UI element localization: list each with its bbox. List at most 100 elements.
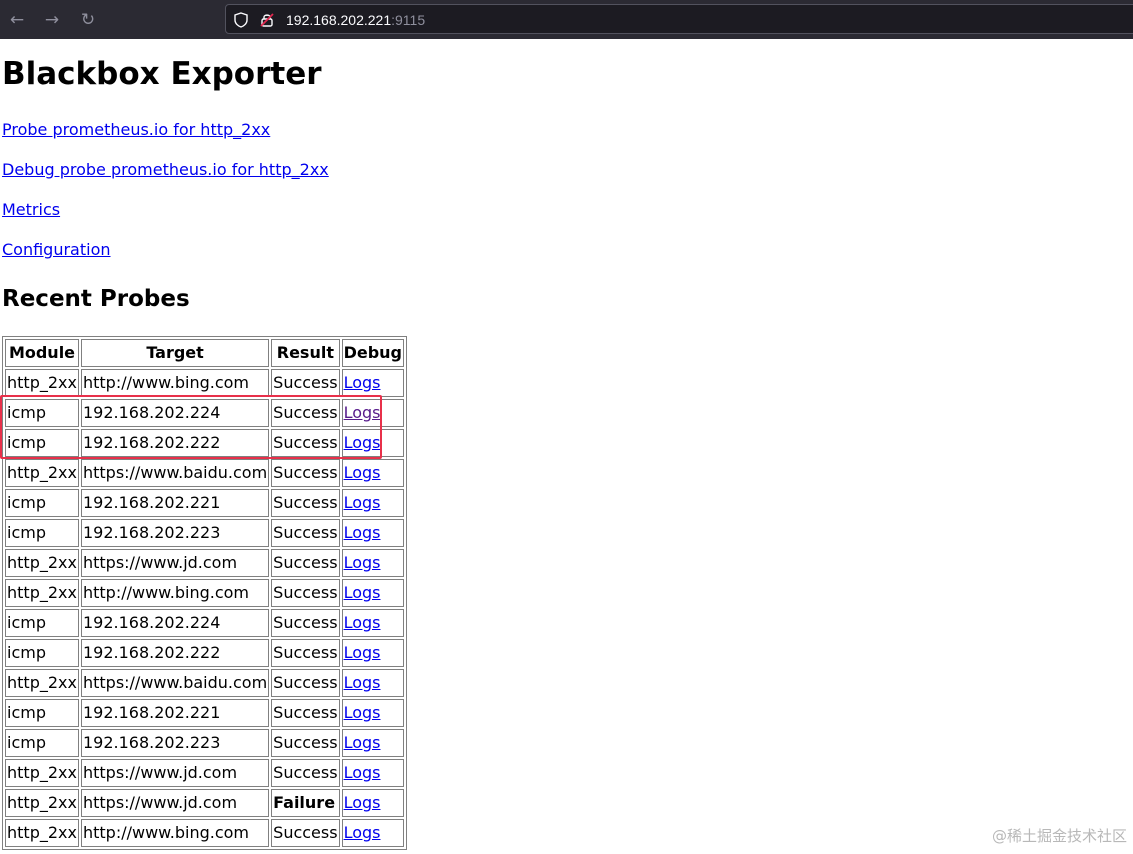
table-row: http_2xx https://www.jd.com Failure Logs [5, 789, 404, 817]
logs-link[interactable]: Logs [344, 433, 381, 452]
target-cell: https://www.jd.com [80, 759, 270, 787]
logs-link[interactable]: Logs [344, 493, 381, 512]
logs-link[interactable]: Logs [344, 703, 381, 722]
module-cell: icmp [5, 609, 79, 637]
target-cell: 192.168.202.224 [80, 399, 270, 427]
table-row: http_2xx http://www.bing.com Success Logs [5, 369, 404, 397]
debug-cell: Logs [341, 549, 404, 577]
debug-cell: Logs [341, 699, 404, 727]
table-row: http_2xx http://www.bing.com Success Logs [5, 819, 404, 847]
logs-link[interactable]: Logs [344, 643, 381, 662]
debug-cell: Logs [341, 729, 404, 757]
insecure-lock-icon[interactable] [258, 11, 276, 29]
logs-link[interactable]: Logs [344, 403, 381, 422]
result-cell: Success [271, 669, 340, 697]
logs-link[interactable]: Logs [344, 823, 381, 842]
debug-cell: Logs [341, 489, 404, 517]
logs-link[interactable]: Logs [344, 673, 381, 692]
module-cell: icmp [5, 699, 79, 727]
target-cell: https://www.jd.com [80, 549, 270, 577]
table-row: icmp 192.168.202.222 Success Logs [5, 429, 404, 457]
metrics-link[interactable]: Metrics [2, 199, 60, 221]
table-row: http_2xx http://www.bing.com Success Logs [5, 579, 404, 607]
result-cell: Success [271, 459, 340, 487]
logs-link[interactable]: Logs [344, 583, 381, 602]
target-cell: 192.168.202.222 [80, 429, 270, 457]
module-cell: http_2xx [5, 669, 79, 697]
debug-cell: Logs [341, 459, 404, 487]
debug-cell: Logs [341, 399, 404, 427]
module-cell: icmp [5, 729, 79, 757]
table-row: icmp 192.168.202.224 Success Logs [5, 399, 404, 427]
recent-probes-table: Module Target Result Debug http_2xx http:… [2, 336, 407, 850]
shield-icon[interactable] [232, 11, 250, 29]
probe-link[interactable]: Probe prometheus.io for http_2xx [2, 119, 270, 141]
table-row: icmp 192.168.202.222 Success Logs [5, 639, 404, 667]
column-header-target: Target [80, 339, 270, 367]
configuration-link[interactable]: Configuration [2, 239, 111, 261]
url-text[interactable]: 192.168.202.221:9115 [286, 10, 425, 30]
result-cell: Success [271, 579, 340, 607]
debug-cell: Logs [341, 579, 404, 607]
page-content: Blackbox Exporter Probe prometheus.io fo… [0, 39, 1133, 854]
debug-probe-link[interactable]: Debug probe prometheus.io for http_2xx [2, 159, 329, 181]
address-bar[interactable]: 192.168.202.221:9115 [225, 4, 1133, 34]
target-cell: 192.168.202.223 [80, 519, 270, 547]
result-cell: Failure [271, 789, 340, 817]
target-cell: 192.168.202.221 [80, 489, 270, 517]
module-cell: icmp [5, 519, 79, 547]
module-cell: icmp [5, 399, 79, 427]
table-row: http_2xx https://www.jd.com Success Logs [5, 549, 404, 577]
module-cell: http_2xx [5, 579, 79, 607]
debug-cell: Logs [341, 369, 404, 397]
table-row: http_2xx https://www.jd.com Success Logs [5, 759, 404, 787]
result-cell: Success [271, 489, 340, 517]
debug-cell: Logs [341, 759, 404, 787]
target-cell: https://www.jd.com [80, 789, 270, 817]
table-row: http_2xx https://www.baidu.com Success Logs [5, 459, 404, 487]
module-cell: http_2xx [5, 759, 79, 787]
result-cell: Success [271, 549, 340, 577]
module-cell: http_2xx [5, 789, 79, 817]
table-row: icmp 192.168.202.223 Success Logs [5, 519, 404, 547]
column-header-result: Result [271, 339, 340, 367]
target-cell: 192.168.202.224 [80, 609, 270, 637]
back-icon[interactable]: ← [5, 8, 29, 32]
module-cell: http_2xx [5, 459, 79, 487]
logs-link[interactable]: Logs [344, 613, 381, 632]
debug-cell: Logs [341, 789, 404, 817]
logs-link[interactable]: Logs [344, 553, 381, 572]
result-cell: Success [271, 429, 340, 457]
column-header-module: Module [5, 339, 79, 367]
debug-cell: Logs [341, 429, 404, 457]
table-row: icmp 192.168.202.221 Success Logs [5, 489, 404, 517]
logs-link[interactable]: Logs [344, 763, 381, 782]
debug-cell: Logs [341, 519, 404, 547]
recent-probes-heading: Recent Probes [2, 286, 190, 312]
result-cell: Success [271, 639, 340, 667]
result-cell: Success [271, 609, 340, 637]
table-row: icmp 192.168.202.223 Success Logs [5, 729, 404, 757]
result-cell: Success [271, 819, 340, 847]
module-cell: icmp [5, 489, 79, 517]
column-header-debug: Debug [341, 339, 404, 367]
reload-icon[interactable]: ↻ [76, 8, 100, 32]
logs-link[interactable]: Logs [344, 523, 381, 542]
target-cell: https://www.baidu.com [80, 459, 270, 487]
module-cell: http_2xx [5, 369, 79, 397]
module-cell: http_2xx [5, 819, 79, 847]
result-cell: Success [271, 399, 340, 427]
debug-cell: Logs [341, 609, 404, 637]
logs-link[interactable]: Logs [344, 793, 381, 812]
browser-toolbar: ← → ↻ 192.168.202.221:9115 [0, 0, 1133, 39]
logs-link[interactable]: Logs [344, 463, 381, 482]
table-row: icmp 192.168.202.224 Success Logs [5, 609, 404, 637]
debug-cell: Logs [341, 669, 404, 697]
logs-link[interactable]: Logs [344, 373, 381, 392]
logs-link[interactable]: Logs [344, 733, 381, 752]
probe-rows: http_2xx http://www.bing.com Success Logs ic… [5, 369, 404, 847]
forward-icon[interactable]: → [40, 8, 64, 32]
url-host: 192.168.202.221 [286, 12, 392, 28]
target-cell: https://www.baidu.com [80, 669, 270, 697]
debug-cell: Logs [341, 639, 404, 667]
